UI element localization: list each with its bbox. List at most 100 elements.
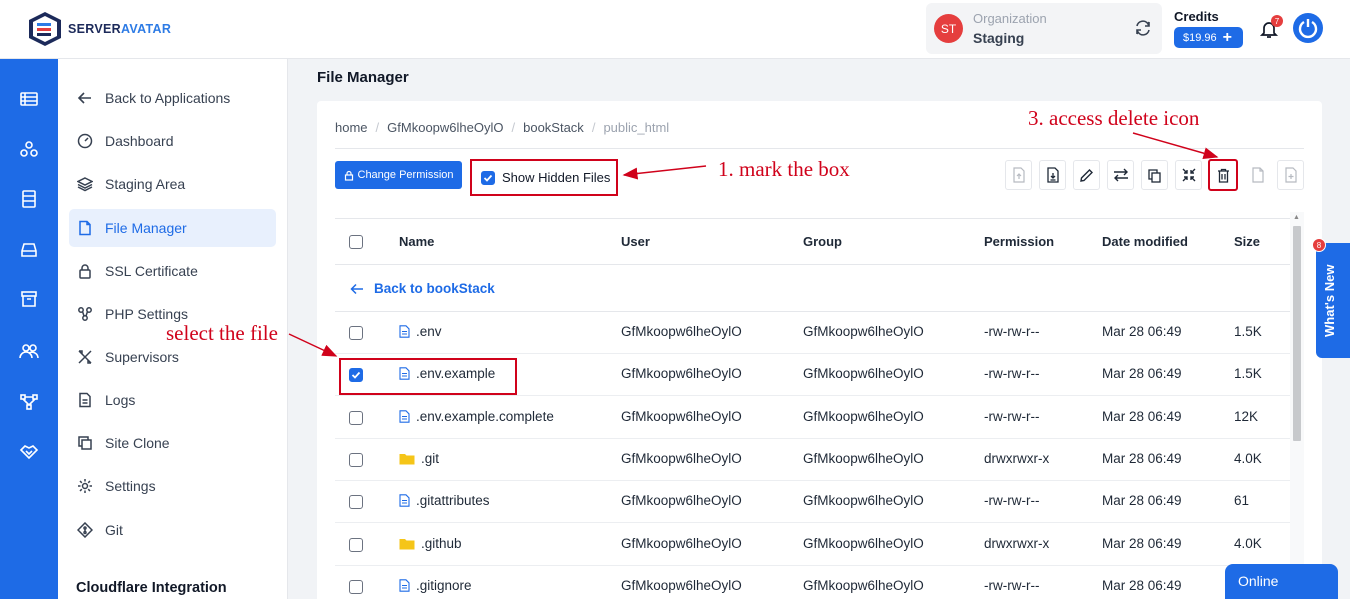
new-file-button[interactable] <box>1244 160 1271 190</box>
column-date-modified[interactable]: Date modified <box>1102 234 1188 249</box>
breadcrumb-user[interactable]: GfMkoopw6lheOylO <box>387 120 503 135</box>
show-hidden-checkbox[interactable] <box>481 170 495 185</box>
php-icon <box>78 307 92 321</box>
change-permission-button[interactable]: Change Permission <box>335 161 462 189</box>
whats-new-tab[interactable]: What's New <box>1316 243 1350 358</box>
cell-size: 1.5K <box>1234 366 1262 382</box>
network-icon[interactable] <box>19 392 39 412</box>
file-icon <box>399 579 410 592</box>
row-checkbox[interactable] <box>349 410 363 425</box>
check-icon <box>483 174 493 182</box>
handshake-icon[interactable] <box>19 442 39 462</box>
annotation-delete-icon: 3. access delete icon <box>1028 106 1200 130</box>
sidebar-item-staging-area[interactable]: Staging Area <box>69 165 276 203</box>
column-user[interactable]: User <box>621 234 650 249</box>
column-name[interactable]: Name <box>399 234 434 249</box>
table-scrollbar[interactable]: ▲ <box>1290 212 1304 599</box>
row-checkbox[interactable] <box>349 537 363 552</box>
cell-user: GfMkoopw6lheOylO <box>621 535 742 551</box>
cell-permission: -rw-rw-r-- <box>984 366 1040 382</box>
sidebar-item-git[interactable]: Git <box>69 511 276 549</box>
show-hidden-files-toggle[interactable]: Show Hidden Files <box>470 159 618 196</box>
cell-date-modified: Mar 28 06:49 <box>1102 366 1182 382</box>
cell-name[interactable]: .env.example.complete <box>399 409 554 424</box>
online-chat-button[interactable]: Online <box>1225 564 1338 599</box>
table-row[interactable]: .env.example.complete GfMkoopw6lheOylO GfM… <box>335 397 1290 439</box>
table-row[interactable]: .github GfMkoopw6lheOylO GfMkoopw6lheOylO d… <box>335 524 1290 566</box>
logo-text: SERVERAVATAR <box>68 22 172 36</box>
power-icon <box>1298 19 1318 39</box>
download-file-button[interactable] <box>1039 160 1066 190</box>
row-checkbox[interactable] <box>349 579 363 594</box>
breadcrumb-app[interactable]: bookStack <box>523 120 584 135</box>
show-hidden-label: Show Hidden Files <box>502 170 611 185</box>
sidebar-item-dashboard[interactable]: Dashboard <box>69 122 276 160</box>
sidebar-item-back-to-applications[interactable]: Back to Applications <box>69 79 276 117</box>
refresh-icon[interactable] <box>1134 19 1152 37</box>
breadcrumb-current: public_html <box>603 120 670 135</box>
new-document-icon <box>1284 167 1297 183</box>
cell-group: GfMkoopw6lheOylO <box>803 493 924 509</box>
sidebar-item-file-manager[interactable]: File Manager <box>69 209 276 247</box>
archive-icon[interactable] <box>19 289 39 309</box>
back-to-bookstack-link[interactable]: Back to bookStack <box>350 281 495 296</box>
table-row[interactable]: .gitignore GfMkoopw6lheOylO GfMkoopw6lheOy… <box>335 566 1290 599</box>
organization-switcher[interactable]: ST Organization Staging <box>926 3 1162 54</box>
file-icon <box>399 494 410 507</box>
server-icon[interactable] <box>19 189 39 209</box>
edit-button[interactable] <box>1073 160 1100 190</box>
scroll-up-arrow[interactable]: ▲ <box>1293 214 1300 221</box>
sidebar-item-ssl-certificate[interactable]: SSL Certificate <box>69 252 276 290</box>
column-permission[interactable]: Permission <box>984 234 1054 249</box>
select-all-checkbox[interactable] <box>349 235 363 249</box>
breadcrumb-separator: / <box>591 120 596 135</box>
list-icon[interactable] <box>19 89 39 109</box>
column-group[interactable]: Group <box>803 234 842 249</box>
user-avatar[interactable] <box>1293 13 1323 43</box>
upload-file-button[interactable] <box>1005 160 1032 190</box>
lock-icon <box>79 264 91 279</box>
cloudflare-integration-heading: Cloudflare Integration <box>76 580 227 596</box>
add-credits-button[interactable]: $19.96 + <box>1174 27 1243 48</box>
git-icon <box>77 522 93 538</box>
copy-icon <box>78 436 92 450</box>
scrollbar-thumb[interactable] <box>1293 226 1301 441</box>
table-row[interactable]: .gitattributes GfMkoopw6lheOylO GfMkoopw6l… <box>335 481 1290 524</box>
cell-name[interactable]: .git <box>399 451 439 466</box>
cell-name[interactable]: .gitattributes <box>399 493 490 508</box>
apps-icon[interactable] <box>19 140 39 160</box>
cell-name[interactable]: .github <box>399 536 462 551</box>
delete-button[interactable] <box>1208 159 1238 191</box>
move-button[interactable] <box>1107 160 1134 190</box>
cell-group: GfMkoopw6lheOylO <box>803 408 924 424</box>
compress-button[interactable] <box>1175 160 1202 190</box>
sidebar-item-logs[interactable]: Logs <box>69 381 276 419</box>
cell-permission: -rw-rw-r-- <box>984 577 1040 593</box>
page-title: File Manager <box>317 69 409 86</box>
storage-icon[interactable] <box>19 240 39 260</box>
copy-button[interactable] <box>1141 160 1168 190</box>
sidebar-item-settings[interactable]: Settings <box>69 467 276 505</box>
table-row[interactable]: .env GfMkoopw6lheOylO GfMkoopw6lheOylO -rw-… <box>335 312 1290 354</box>
file-name: .env.example.complete <box>416 408 554 424</box>
credits-label: Credits <box>1174 9 1219 24</box>
table-row[interactable]: .git GfMkoopw6lheOylO GfMkoopw6lheOylO drwx… <box>335 439 1290 481</box>
sidebar-item-label: PHP Settings <box>105 306 189 322</box>
team-icon[interactable] <box>19 341 39 361</box>
column-size[interactable]: Size <box>1234 234 1260 249</box>
cell-permission: -rw-rw-r-- <box>984 324 1040 339</box>
row-checkbox[interactable] <box>349 452 363 467</box>
file-name: .github <box>421 535 462 551</box>
cell-name[interactable]: .env <box>399 324 442 339</box>
org-avatar: ST <box>934 14 963 43</box>
sidebar-item-site-clone[interactable]: Site Clone <box>69 424 276 462</box>
sidebar-item-label: Logs <box>105 392 136 408</box>
cell-permission: drwxrwxr-x <box>984 535 1050 551</box>
cell-name[interactable]: .gitignore <box>399 578 472 593</box>
serveravatar-logo[interactable]: SERVERAVATAR <box>28 11 171 47</box>
row-checkbox[interactable] <box>349 326 363 340</box>
breadcrumb-home[interactable]: home <box>335 120 368 135</box>
row-checkbox[interactable] <box>349 495 363 510</box>
edit-icon <box>1080 168 1093 182</box>
new-document-button[interactable] <box>1277 160 1304 190</box>
